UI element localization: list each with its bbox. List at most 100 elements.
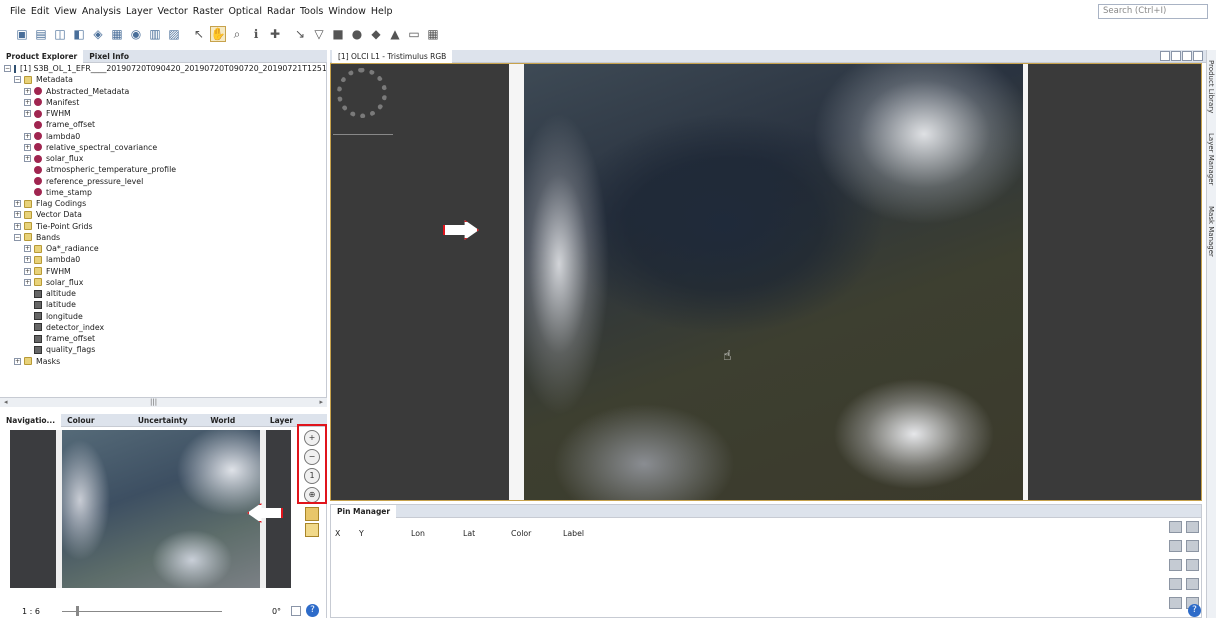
zoom-pin-icon[interactable] [1169, 597, 1182, 609]
pin-column-header[interactable]: Color [511, 529, 531, 538]
copy-pin-icon[interactable] [1186, 521, 1199, 533]
tree-item[interactable]: longitude [0, 311, 326, 322]
menu-edit[interactable]: Edit [31, 6, 49, 17]
range-finder-icon[interactable]: ▲ [387, 26, 403, 42]
expand-icon[interactable]: + [24, 155, 31, 163]
tab-pin-manager[interactable]: Pin Manager [331, 504, 397, 518]
scroll-thumb-icon[interactable]: ||| [150, 398, 157, 406]
pin-column-header[interactable]: Label [563, 529, 584, 538]
polygon-tool-icon[interactable]: ▽ [311, 26, 327, 42]
menu-help[interactable]: Help [371, 6, 393, 17]
pin-column-header[interactable]: Lat [463, 529, 475, 538]
tree-item[interactable]: + Oa*_radiance [0, 243, 326, 254]
tree-item[interactable]: + FWHM [0, 266, 326, 277]
expand-icon[interactable]: + [24, 245, 31, 253]
expand-icon[interactable]: + [14, 200, 21, 208]
sync-cursor-icon[interactable] [305, 523, 319, 537]
expand-icon[interactable]: + [24, 143, 31, 151]
tree-item[interactable]: + Abstracted_Metadata [0, 86, 326, 97]
menu-tools[interactable]: Tools [300, 6, 323, 17]
expand-icon[interactable]: + [14, 222, 21, 230]
tree-item[interactable]: reference_pressure_level [0, 176, 326, 187]
import-pin-icon[interactable] [1169, 559, 1182, 571]
product-root[interactable]: − [1] S3B_OL_1_EFR____20190720T090420_20… [0, 63, 326, 74]
new-pin-icon[interactable] [1169, 521, 1182, 533]
expand-icon[interactable]: + [24, 256, 31, 264]
tree-item[interactable]: detector_index [0, 322, 326, 333]
spectral-icon[interactable]: ◈ [90, 26, 106, 42]
tree-item[interactable]: − Metadata [0, 74, 326, 85]
sidebar-tab-1[interactable]: Layer Manager [1207, 133, 1215, 185]
expand-icon[interactable]: + [24, 267, 31, 275]
mask-icon[interactable]: ▨ [166, 26, 182, 42]
rect-tool-icon[interactable]: ■ [330, 26, 346, 42]
sidebar-tab-0[interactable]: Product Library [1207, 60, 1215, 113]
sidebar-tab-2[interactable]: Mask Manager [1207, 206, 1215, 257]
ellipse-tool-icon[interactable]: ● [349, 26, 365, 42]
select-tool-icon[interactable]: ↖ [191, 26, 207, 42]
prev-view-icon[interactable] [1160, 51, 1170, 61]
expand-icon[interactable]: + [24, 278, 31, 286]
angle-spinner[interactable] [291, 606, 302, 616]
menu-window[interactable]: Window [328, 6, 365, 17]
tab-nav-2[interactable]: Uncertainty ... [132, 414, 205, 438]
expand-icon[interactable]: − [14, 233, 21, 241]
search-input[interactable]: Search (Ctrl+I) [1098, 4, 1208, 19]
navigation-compass-icon[interactable] [337, 68, 387, 118]
tree-item[interactable]: frame_offset [0, 333, 326, 344]
remove-pin-icon[interactable] [1186, 540, 1199, 552]
tree-item[interactable]: + Manifest [0, 97, 326, 108]
menu-vector[interactable]: Vector [158, 6, 188, 17]
scroll-right-icon[interactable]: ▸ [319, 398, 323, 406]
band-maths-icon[interactable]: ◫ [52, 26, 68, 42]
line-tool-icon[interactable]: ↘ [292, 26, 308, 42]
menu-view[interactable]: View [54, 6, 77, 17]
save-product-icon[interactable]: ▤ [33, 26, 49, 42]
tile-icon[interactable]: ▦ [425, 26, 441, 42]
menu-raster[interactable]: Raster [193, 6, 224, 17]
sync-views-icon[interactable] [305, 507, 319, 521]
pin-help-icon[interactable]: ? [1188, 604, 1201, 617]
pin-column-header[interactable]: Lon [411, 529, 425, 538]
menu-analysis[interactable]: Analysis [82, 6, 121, 17]
ruler-icon[interactable]: ▥ [147, 26, 163, 42]
magic-wand-icon[interactable]: ▭ [406, 26, 422, 42]
expand-icon[interactable]: + [24, 98, 31, 106]
tree-item[interactable]: + Masks [0, 356, 326, 367]
tree-item[interactable]: + Flag Codings [0, 198, 326, 209]
navigation-overview-image[interactable] [10, 430, 291, 588]
menu-radar[interactable]: Radar [267, 6, 295, 17]
expand-icon[interactable]: + [24, 87, 31, 95]
view-list-icon[interactable] [1182, 51, 1192, 61]
expand-icon[interactable]: + [24, 110, 31, 118]
tree-item[interactable]: altitude [0, 288, 326, 299]
pan-tool-icon[interactable]: ✋ [210, 26, 226, 42]
tree-item[interactable]: time_stamp [0, 187, 326, 198]
menu-layer[interactable]: Layer [126, 6, 153, 17]
tab-nav-0[interactable]: Navigatio... [0, 413, 62, 427]
expand-icon[interactable]: + [14, 211, 21, 219]
filter-pin-icon[interactable] [1169, 578, 1182, 590]
expand-icon[interactable]: + [14, 357, 21, 365]
expand-icon[interactable]: − [14, 76, 21, 84]
gcp-icon[interactable]: ▦ [109, 26, 125, 42]
open-product-icon[interactable]: ▣ [14, 26, 30, 42]
tab-product-explorer[interactable]: Product Explorer [0, 49, 84, 63]
tree-horizontal-scrollbar[interactable]: ◂ ||| ▸ [0, 397, 327, 407]
menu-file[interactable]: File [10, 6, 26, 17]
tree-item[interactable]: − Bands [0, 232, 326, 243]
satellite-image[interactable] [524, 64, 1023, 500]
table-pin-icon[interactable] [1186, 578, 1199, 590]
tree-item[interactable]: + lambda0 [0, 131, 326, 142]
zoom-tool-icon[interactable]: ⌕ [229, 26, 245, 42]
tab-nav-3[interactable]: World View [204, 414, 263, 438]
tab-nav-1[interactable]: Colour Mani... [61, 414, 132, 438]
expand-icon[interactable]: + [24, 132, 31, 140]
tree-item[interactable]: + Vector Data [0, 209, 326, 220]
scale-slider[interactable] [61, 605, 222, 616]
export-pin-icon[interactable] [1186, 559, 1199, 571]
maximize-icon[interactable] [1193, 51, 1203, 61]
pin-column-header[interactable]: X [335, 529, 340, 538]
tree-item[interactable]: + relative_spectral_covariance [0, 142, 326, 153]
tree-item[interactable]: frame_offset [0, 119, 326, 130]
